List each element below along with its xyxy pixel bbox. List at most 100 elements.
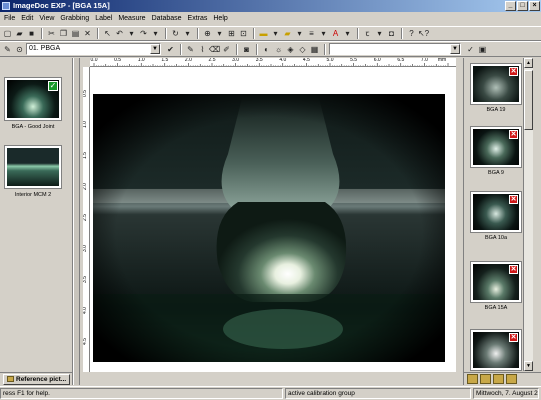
menu-extras[interactable]: Extras (185, 13, 211, 25)
apply-check-icon[interactable]: ✔ (165, 44, 176, 55)
pen-icon[interactable]: ✎ (185, 44, 196, 55)
rotate-icon[interactable]: ↻ (170, 28, 181, 39)
open-folder-icon[interactable]: ▰ (14, 28, 25, 39)
reference-thumbnail[interactable]: ✓ BGA - Good Joint (3, 77, 63, 131)
color-balance-icon[interactable]: ◈ (285, 44, 296, 55)
preset-toolbar: ✎ ⊙ 01. PBGA ▼ ✔ ✎ ⌇ ⌫ ✐ ◙ ◐ ☼ ◈ ◇ ▦ ▼ ✓… (0, 41, 541, 57)
gallery-thumbnail[interactable]: ✕ BGA 9 (470, 126, 522, 177)
thumbnail-image[interactable]: ✕ (470, 329, 522, 371)
scroll-down-icon[interactable]: ▼ (524, 361, 533, 371)
help-icon[interactable]: ? (406, 28, 417, 39)
context-help-icon[interactable]: ↖? (418, 28, 429, 39)
scroll-up-icon[interactable]: ▲ (524, 58, 533, 68)
new-file-icon[interactable]: ▢ (2, 28, 13, 39)
folder-open-icon[interactable] (480, 374, 491, 384)
pencil-icon[interactable]: ✐ (221, 44, 232, 55)
menu-help[interactable]: Help (210, 13, 230, 25)
edit-preset-icon[interactable]: ✎ (2, 44, 13, 55)
scrollbar-thumb[interactable] (524, 70, 533, 130)
brush-icon[interactable]: ⌇ (197, 44, 208, 55)
delete-icon[interactable]: ✕ (82, 28, 93, 39)
settings-icon[interactable]: ▣ (477, 44, 488, 55)
reject-icon[interactable]: ✕ (509, 130, 518, 139)
font-icon[interactable]: ꞇ (362, 28, 373, 39)
preset-select[interactable]: 01. PBGA ▼ (26, 43, 161, 55)
text-color-dropdown-icon[interactable]: ▾ (342, 28, 353, 39)
confirm-icon[interactable]: ✓ (465, 44, 476, 55)
brightness-icon[interactable]: ☼ (273, 44, 284, 55)
marker-dropdown-icon[interactable]: ▾ (270, 28, 281, 39)
secondary-select[interactable]: ▼ (329, 43, 461, 55)
zoom-dropdown-icon[interactable]: ▾ (214, 28, 225, 39)
favorites-folder-icon[interactable] (506, 374, 517, 384)
sharpen-icon[interactable]: ◇ (297, 44, 308, 55)
toolbar-separator (97, 28, 99, 39)
ruler-tick-label: 5.0 (326, 58, 334, 63)
copy-icon[interactable]: ❐ (58, 28, 69, 39)
image-viewport[interactable] (90, 67, 456, 372)
thumbnail-image[interactable]: ✕ (470, 63, 522, 105)
app-icon[interactable] (2, 2, 10, 10)
gallery-thumbnail[interactable]: ✕ BGA 15A (470, 261, 522, 312)
thumbnail-image[interactable] (4, 145, 62, 189)
menu-label[interactable]: Label (92, 13, 115, 25)
reference-thumbnail[interactable]: Interior MCM 2 (3, 145, 63, 199)
cut-icon[interactable]: ✂ (46, 28, 57, 39)
save-icon[interactable]: ■ (26, 28, 37, 39)
menu-view[interactable]: View (36, 13, 57, 25)
grab-image-icon[interactable]: ◙ (241, 44, 252, 55)
measure-icon[interactable]: ⊡ (238, 28, 249, 39)
thumbnail-image[interactable]: ✕ (470, 261, 522, 303)
chevron-down-icon[interactable]: ▼ (150, 44, 160, 54)
line-width-dropdown-icon[interactable]: ▾ (318, 28, 329, 39)
close-button[interactable]: × (529, 1, 540, 11)
reject-icon[interactable]: ✕ (509, 333, 518, 342)
reject-icon[interactable]: ✕ (509, 67, 518, 76)
eraser-icon[interactable]: ⌫ (209, 44, 220, 55)
undo-icon[interactable]: ↶ (114, 28, 125, 39)
fill-icon[interactable]: ▰ (282, 28, 293, 39)
database-folder-icon[interactable] (493, 374, 504, 384)
text-color-icon[interactable]: A (330, 28, 341, 39)
menu-edit[interactable]: Edit (18, 13, 36, 25)
stamp-icon[interactable]: ◘ (386, 28, 397, 39)
filter-icon[interactable]: ▦ (309, 44, 320, 55)
redo-icon[interactable]: ↷ (138, 28, 149, 39)
thumbnail-image[interactable]: ✓ (4, 77, 62, 121)
fill-dropdown-icon[interactable]: ▾ (294, 28, 305, 39)
folder-icon[interactable] (467, 374, 478, 384)
ruler-tick-label: 7.0 (420, 58, 428, 63)
line-width-icon[interactable]: ≡ (306, 28, 317, 39)
pointer-icon[interactable]: ↖ (102, 28, 113, 39)
undo-dropdown-icon[interactable]: ▾ (126, 28, 137, 39)
maximize-button[interactable]: □ (517, 1, 528, 11)
viewport-scrollbar[interactable] (456, 58, 463, 372)
minimize-button[interactable]: _ (505, 1, 516, 11)
zoom-icon[interactable]: ⊕ (202, 28, 213, 39)
thumbnail-image[interactable]: ✕ (470, 191, 522, 233)
menu-file[interactable]: File (1, 13, 18, 25)
menu-grabbing[interactable]: Grabbing (57, 13, 92, 25)
gallery-thumbnail[interactable]: ✕ BGA 19 (470, 63, 522, 114)
grid-icon[interactable]: ⊞ (226, 28, 237, 39)
microscope-image[interactable] (93, 94, 445, 362)
reject-icon[interactable]: ✕ (509, 265, 518, 274)
menu-measure[interactable]: Measure (115, 13, 148, 25)
camera-settings-icon[interactable]: ⊙ (14, 44, 25, 55)
gallery-thumbnail[interactable]: ✕ (470, 329, 522, 372)
paste-icon[interactable]: ▤ (70, 28, 81, 39)
chevron-down-icon[interactable]: ▼ (450, 44, 460, 54)
contrast-icon[interactable]: ◐ (261, 44, 272, 55)
check-icon[interactable]: ✓ (48, 81, 58, 91)
menu-database[interactable]: Database (149, 13, 185, 25)
reject-icon[interactable]: ✕ (509, 195, 518, 204)
redo-dropdown-icon[interactable]: ▾ (150, 28, 161, 39)
rotate-dropdown-icon[interactable]: ▾ (182, 28, 193, 39)
font-dropdown-icon[interactable]: ▾ (374, 28, 385, 39)
reference-pictures-tab[interactable]: Reference pict... (3, 373, 71, 385)
status-bar: ress F1 for help. active calibration gro… (0, 386, 541, 400)
gallery-thumbnail[interactable]: ✕ BGA 10a (470, 191, 522, 242)
thumbnail-image[interactable]: ✕ (470, 126, 522, 168)
marker-line-icon[interactable]: ▬ (258, 28, 269, 39)
gallery-scrollbar[interactable]: ▲ ▼ (523, 58, 533, 371)
